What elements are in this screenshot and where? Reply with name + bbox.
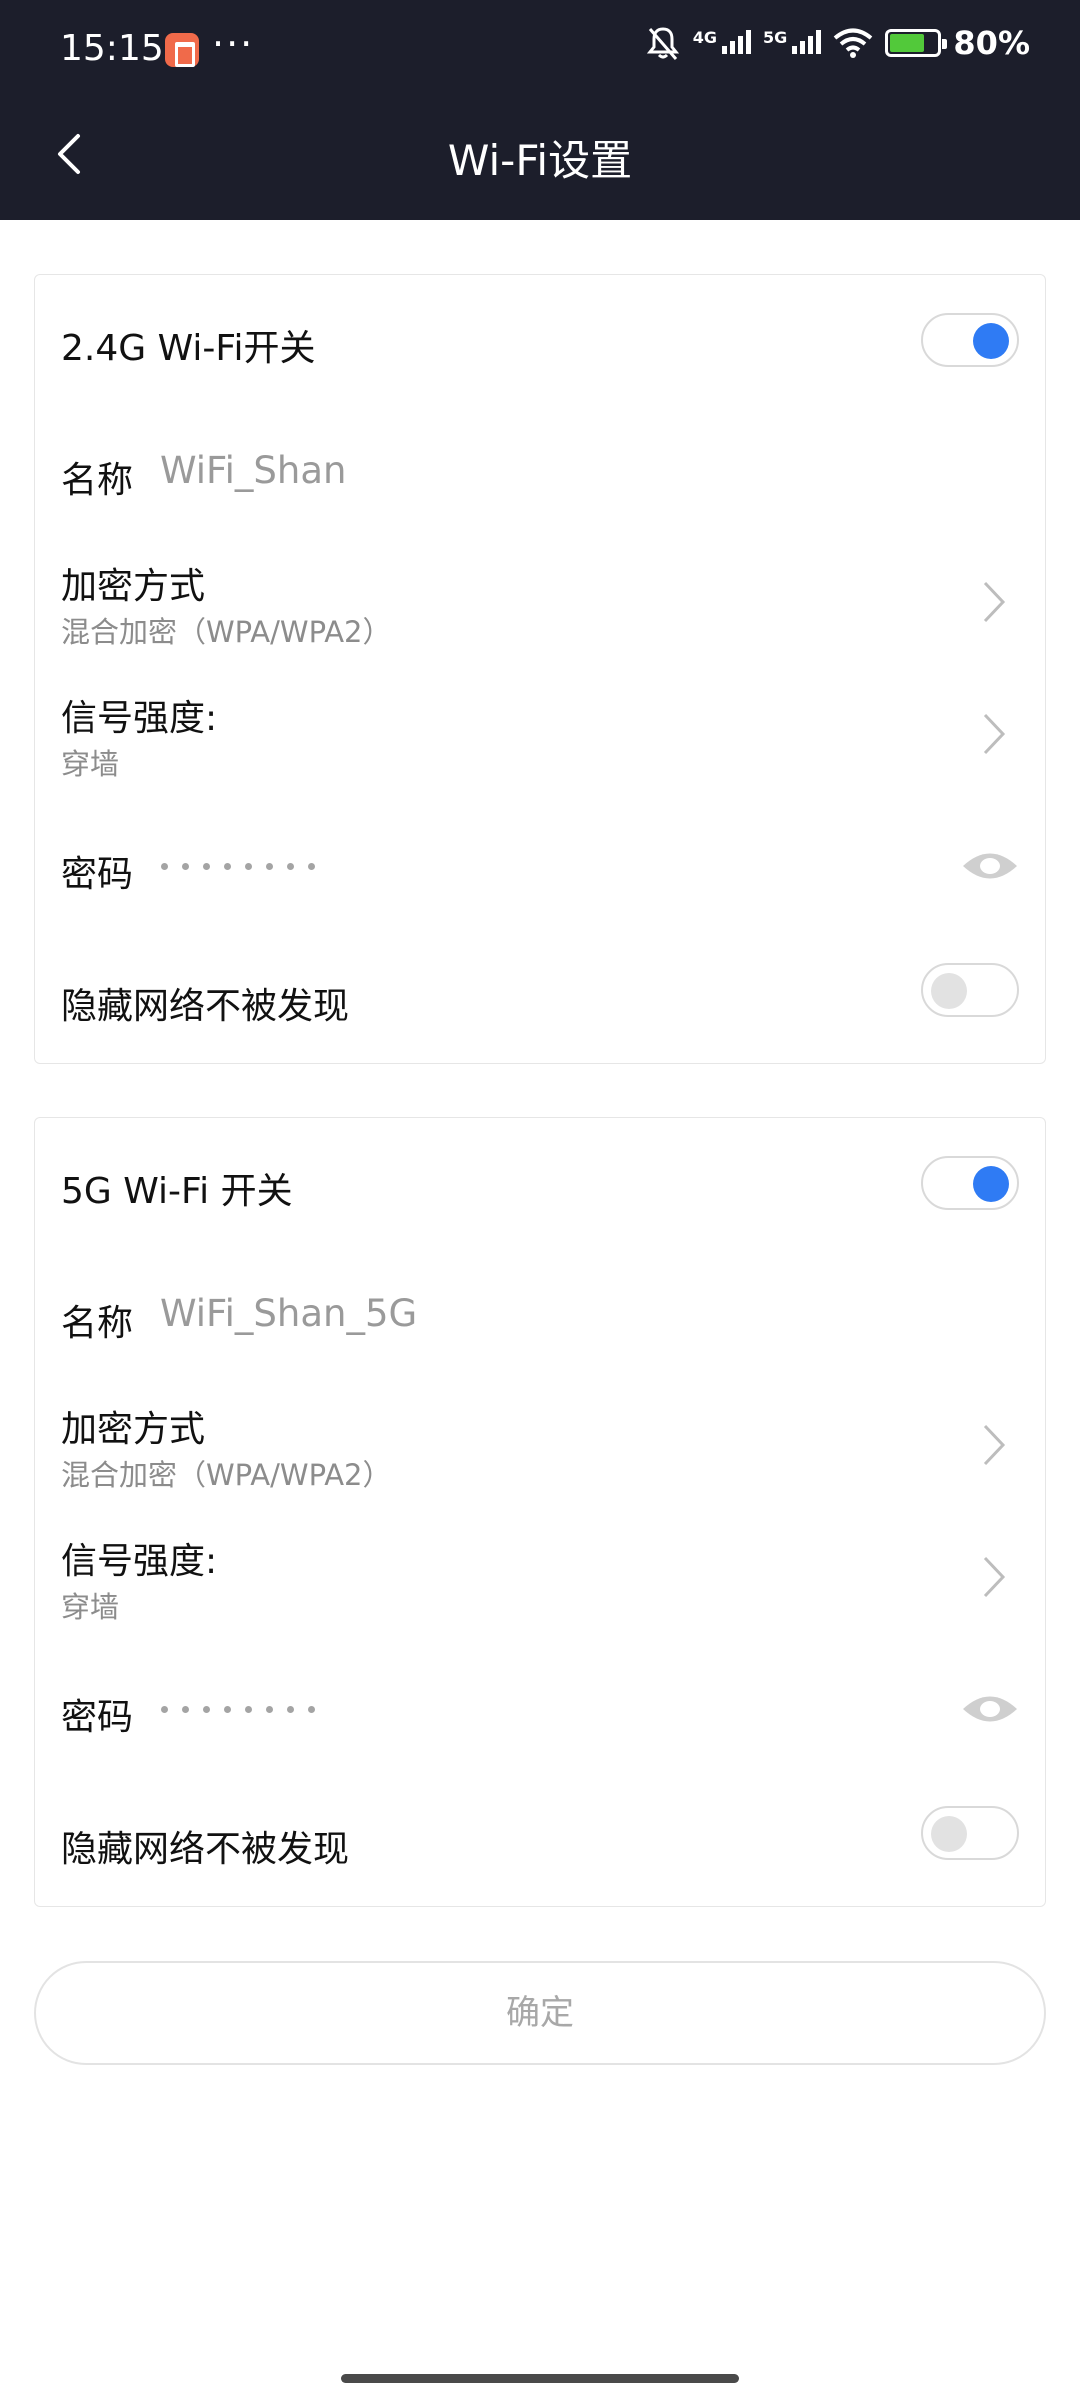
signal-5g-icon (792, 28, 822, 54)
page-title: Wi-Fi设置 (447, 136, 633, 185)
mute-icon (646, 27, 679, 60)
wifi-icon (834, 28, 873, 58)
wifi-5g-signal-row[interactable]: 信号强度: 穿墙 (61, 1512, 1019, 1642)
hidden-network-label: 隐藏网络不被发现 (61, 1829, 350, 1870)
wifi-5g-hidden-toggle[interactable] (921, 1806, 1019, 1860)
encryption-label: 加密方式 (61, 566, 206, 607)
password-label: 密码 (61, 1697, 134, 1738)
app-header: 15:15 ··· 4G 5G 80% Wi-Fi设置 (0, 0, 1080, 220)
encryption-label: 加密方式 (61, 1409, 206, 1450)
wifi-5g-password-row[interactable]: 密码 (61, 1644, 1019, 1774)
name-label: 名称 (61, 460, 134, 501)
wifi-24g-name-value[interactable]: WiFi_Shan (160, 449, 346, 492)
wifi-24g-encryption-row[interactable]: 加密方式 混合加密（WPA/WPA2） (61, 537, 1019, 667)
signal-value: 穿墙 (61, 1590, 120, 1624)
chevron-right-icon[interactable] (979, 579, 1009, 625)
wifi-5g-name-row[interactable]: 名称 WiFi_Shan_5G (61, 1248, 1019, 1378)
wifi-5g-name-value[interactable]: WiFi_Shan_5G (160, 1292, 417, 1335)
signal-label: 信号强度: (61, 1541, 218, 1582)
network-5g: 5G (763, 28, 822, 58)
wifi-24g-hidden-toggle[interactable] (921, 963, 1019, 1017)
home-indicator[interactable] (341, 2374, 739, 2383)
more-notifications-icon: ··· (212, 22, 255, 66)
chevron-right-icon[interactable] (979, 1422, 1009, 1468)
password-masked[interactable] (161, 1644, 315, 1774)
chevron-right-icon[interactable] (979, 711, 1009, 757)
name-label: 名称 (61, 1303, 134, 1344)
eye-icon[interactable] (961, 1692, 1019, 1726)
wifi-5g-card: 5G Wi-Fi 开关 名称 WiFi_Shan_5G 加密方式 混合加密（WP… (34, 1117, 1046, 1907)
wifi-24g-signal-row[interactable]: 信号强度: 穿墙 (61, 669, 1019, 799)
status-indicators: 4G 5G 80% (645, 24, 1030, 62)
signal-value: 穿墙 (61, 747, 120, 781)
wifi-5g-encryption-row[interactable]: 加密方式 混合加密（WPA/WPA2） (61, 1380, 1019, 1510)
eye-icon[interactable] (961, 849, 1019, 883)
wifi-24g-hidden-row: 隐藏网络不被发现 (61, 933, 1019, 1063)
wifi-5g-switch-label: 5G Wi-Fi 开关 (61, 1171, 293, 1212)
password-masked[interactable] (161, 801, 315, 931)
network-4g: 4G (693, 28, 752, 58)
wifi-24g-switch-row: 2.4G Wi-Fi开关 (61, 275, 1019, 405)
battery-level: 80% (953, 24, 1030, 62)
wifi-5g-toggle[interactable] (921, 1156, 1019, 1210)
hidden-network-label: 隐藏网络不被发现 (61, 986, 350, 1027)
signal-label: 信号强度: (61, 698, 218, 739)
password-label: 密码 (61, 854, 134, 895)
wifi-24g-switch-label: 2.4G Wi-Fi开关 (61, 328, 316, 369)
clipboard-notification-icon (165, 33, 199, 67)
battery-icon (885, 29, 948, 57)
encryption-value: 混合加密（WPA/WPA2） (61, 615, 392, 649)
wifi-5g-hidden-row: 隐藏网络不被发现 (61, 1776, 1019, 1906)
wifi-24g-card: 2.4G Wi-Fi开关 名称 WiFi_Shan 加密方式 混合加密（WPA/… (34, 274, 1046, 1064)
encryption-value: 混合加密（WPA/WPA2） (61, 1458, 392, 1492)
wifi-5g-switch-row: 5G Wi-Fi 开关 (61, 1118, 1019, 1248)
wifi-24g-toggle[interactable] (921, 313, 1019, 367)
wifi-24g-password-row[interactable]: 密码 (61, 801, 1019, 931)
status-time: 15:15 (60, 28, 164, 69)
signal-4g-icon (722, 28, 752, 54)
confirm-button[interactable]: 确定 (34, 1961, 1046, 2065)
chevron-right-icon[interactable] (979, 1554, 1009, 1600)
wifi-24g-name-row[interactable]: 名称 WiFi_Shan (61, 405, 1019, 535)
